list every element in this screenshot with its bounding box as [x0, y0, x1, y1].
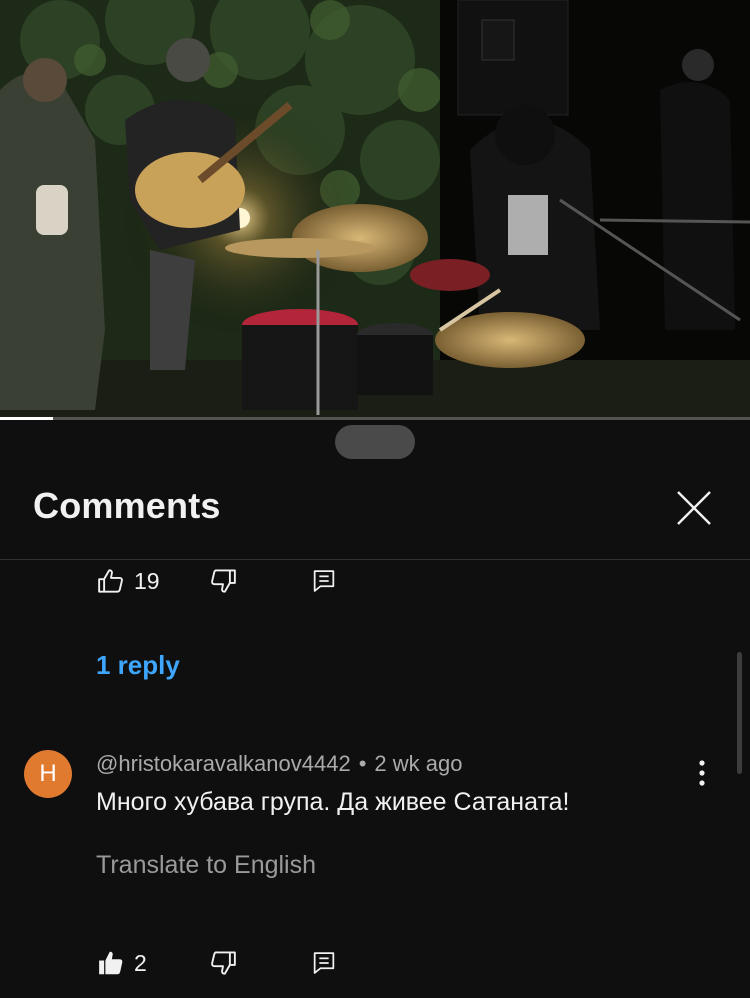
video-progress-bar[interactable] — [0, 417, 750, 420]
drag-handle[interactable] — [335, 425, 415, 459]
comment-text: Много хубава група. Да живее Сатаната! — [96, 788, 570, 816]
translate-button[interactable]: Translate to English — [96, 851, 316, 880]
like-count: 2 — [134, 949, 147, 976]
thumbs-up-icon — [98, 569, 123, 593]
comments-title: Comments — [33, 485, 221, 526]
meta-separator: • — [358, 751, 367, 776]
comment-reply-icon — [313, 570, 335, 592]
like-count: 19 — [134, 567, 160, 594]
header-divider — [0, 559, 750, 560]
like-button[interactable]: 19 — [96, 566, 160, 596]
avatar[interactable]: H — [24, 750, 72, 798]
comment-reply-icon — [313, 952, 335, 974]
close-icon — [677, 491, 711, 525]
video-frame — [0, 0, 750, 420]
more-options-button[interactable] — [692, 758, 712, 788]
close-button[interactable] — [672, 486, 716, 530]
scrollbar[interactable] — [737, 652, 742, 774]
comment-author[interactable]: @hristokaravalkanov4442 — [96, 751, 351, 776]
thumbs-down-icon — [211, 569, 236, 593]
view-replies-link[interactable]: 1 reply — [96, 650, 180, 681]
dislike-button[interactable] — [208, 566, 238, 596]
comment-time: 2 wk ago — [374, 751, 463, 776]
like-button[interactable]: 2 — [96, 948, 147, 978]
video-player[interactable] — [0, 0, 750, 420]
thumbs-up-filled-icon — [99, 951, 123, 975]
comment-meta: @hristokaravalkanov4442 • 2 wk ago — [96, 751, 462, 777]
thumbs-down-icon — [211, 951, 236, 975]
video-progress-fill — [0, 417, 53, 420]
more-vert-icon — [699, 760, 705, 786]
reply-button[interactable] — [310, 567, 338, 595]
dislike-button[interactable] — [208, 948, 238, 978]
reply-button[interactable] — [310, 949, 338, 977]
comments-sheet: Comments 19 1 reply H @hristokaravalkano… — [0, 422, 750, 998]
